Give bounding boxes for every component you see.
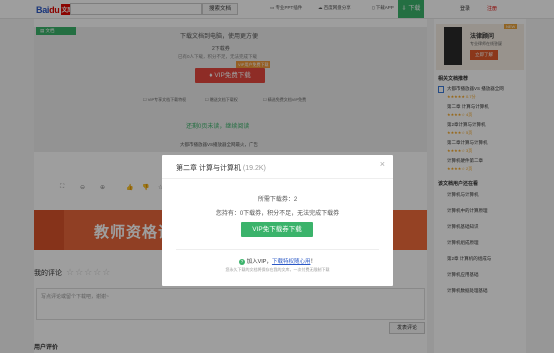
download-dialog: 第二章 计算与计算机 (19.2K) × 所需下载券：2 您持有：0下载券，积分… (162, 155, 393, 286)
join-vip-suffix: ！ (310, 259, 316, 265)
dialog-doc-size: (19.2K) (242, 165, 266, 172)
coupon-balance: 您持有：0下载券，积分不足，无法完成下载券 (215, 211, 340, 217)
dialog-title: 第二章 计算与计算机 (19.2K) (176, 163, 266, 173)
dialog-divider (176, 249, 379, 250)
required-coupons-value: 2 (293, 197, 298, 203)
join-vip-link[interactable]: 下载特权随心用 (272, 259, 311, 265)
vip-download-button[interactable]: VIP免下载券下载 (241, 222, 313, 237)
dialog-divider (162, 178, 393, 179)
dialog-note: 您永久下载的文档将保存在我的文库，一次付费无限制下载 (225, 267, 330, 272)
dialog-doc-title: 第二章 计算与计算机 (176, 165, 241, 172)
close-icon[interactable]: × (380, 159, 385, 169)
join-vip-prefix: 加入VIP， (246, 259, 272, 265)
question-icon: ? (239, 259, 246, 265)
required-coupons: 所需下载券：2 (162, 194, 393, 203)
join-vip-line: ? 加入VIP，下载特权随心用！ (162, 257, 393, 265)
required-coupons-label: 所需下载券： (257, 197, 294, 203)
